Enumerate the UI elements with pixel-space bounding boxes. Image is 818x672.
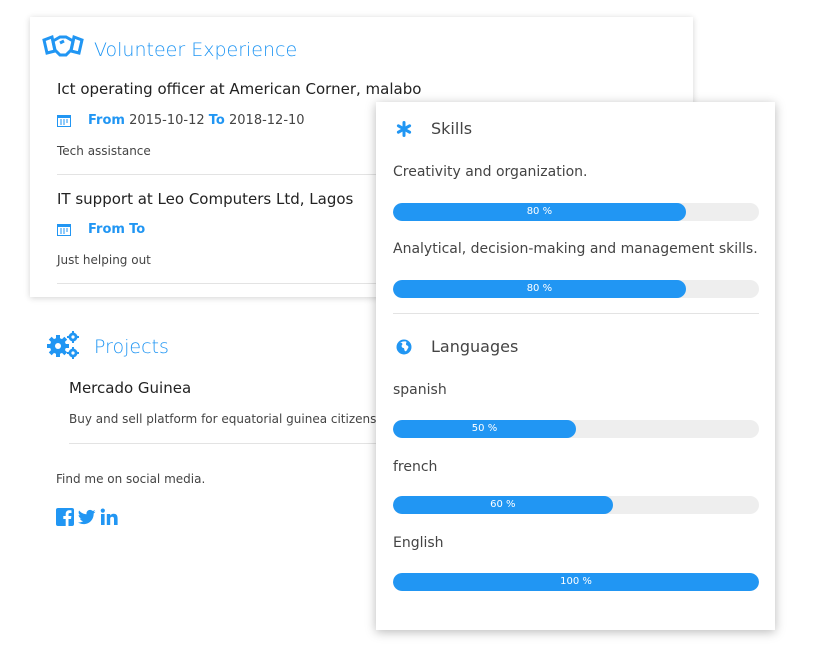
linkedin-icon[interactable] (100, 508, 118, 526)
language-progress-fill: 100 % (393, 573, 759, 591)
volunteer-entry-description: Tech assistance (57, 144, 151, 158)
language-progress-bar: 100 % (393, 573, 759, 591)
language-progress-fill: 60 % (393, 496, 613, 514)
cogs-icon (47, 331, 79, 359)
facebook-icon[interactable] (56, 508, 74, 526)
projects-title: Projects (94, 336, 169, 358)
volunteer-entry-title: Ict operating officer at American Corner… (57, 80, 422, 98)
asterisk-icon (396, 121, 412, 137)
language-name: English (393, 535, 444, 551)
language-progress-fill: 50 % (393, 420, 576, 438)
project-description: Buy and sell platform for equatorial gui… (69, 412, 377, 426)
skill-progress-bar: 80 % (393, 203, 759, 221)
to-label: To (208, 113, 225, 128)
volunteer-entry-dates: From To (57, 222, 145, 237)
skill-progress-fill: 80 % (393, 203, 686, 221)
skill-progress-fill: 80 % (393, 280, 686, 298)
skills-card: Skills Creativity and organization. 80 %… (376, 102, 775, 630)
skill-name: Analytical, decision-making and manageme… (393, 241, 758, 257)
social-media-text: Find me on social media. (56, 472, 206, 486)
projects-card: Projects Mercado Guinea Buy and sell pla… (22, 318, 394, 542)
from-label: From (88, 113, 125, 128)
from-date: 2015-10-12 (129, 113, 205, 128)
languages-title: Languages (431, 337, 519, 356)
volunteer-entry-dates: From 2015-10-12 To 2018-12-10 (57, 113, 305, 128)
skill-progress-bar: 80 % (393, 280, 759, 298)
volunteer-entry-title: IT support at Leo Computers Ltd, Lagos (57, 190, 354, 208)
project-name: Mercado Guinea (69, 379, 192, 397)
skills-title: Skills (431, 119, 473, 138)
calendar-icon (57, 115, 71, 127)
skill-name: Creativity and organization. (393, 164, 588, 180)
volunteer-entry-description: Just helping out (57, 253, 151, 267)
divider (57, 283, 392, 284)
language-progress-bar: 60 % (393, 496, 759, 514)
from-label: From (88, 222, 125, 237)
social-links (56, 508, 118, 526)
language-name: spanish (393, 382, 447, 398)
volunteer-title: Volunteer Experience (94, 39, 298, 61)
twitter-icon[interactable] (78, 508, 96, 526)
language-name: french (393, 459, 438, 475)
language-progress-bar: 50 % (393, 420, 759, 438)
divider (393, 313, 759, 314)
to-date: 2018-12-10 (229, 113, 305, 128)
divider (57, 174, 392, 175)
divider (69, 443, 389, 444)
handshake-icon (42, 34, 84, 57)
calendar-icon (57, 224, 71, 236)
to-label: To (129, 222, 146, 237)
globe-icon (396, 339, 412, 355)
